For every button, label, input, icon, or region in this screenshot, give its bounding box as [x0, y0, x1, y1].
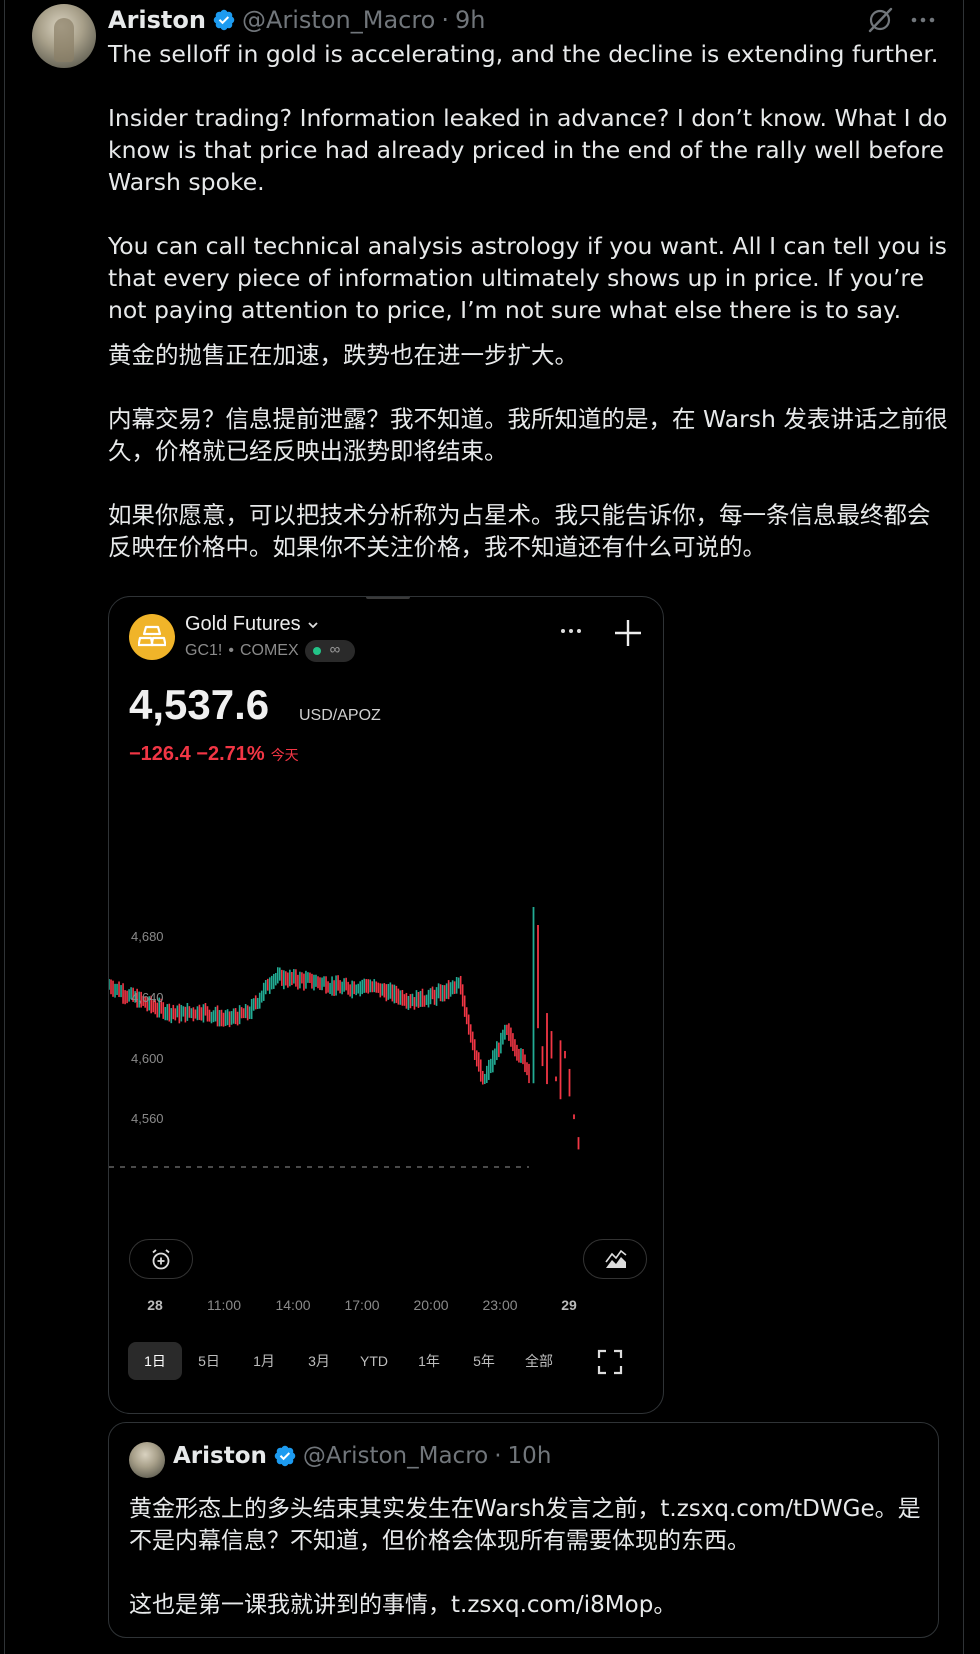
right-divider	[963, 0, 964, 1654]
range-button[interactable]: 1月	[245, 1342, 283, 1380]
quoted-header-separator: ·	[494, 1443, 502, 1469]
range-button[interactable]: 5日	[190, 1342, 228, 1380]
ticker-separator: •	[228, 642, 234, 659]
left-divider	[4, 0, 5, 1654]
chart-style-button[interactable]	[583, 1239, 647, 1279]
quoted-author-name[interactable]: Ariston	[173, 1443, 267, 1469]
today-label: 今天	[270, 747, 299, 763]
live-dot-icon	[312, 647, 321, 655]
quoted-verified-badge-icon	[274, 1445, 296, 1467]
chevron-down-icon	[307, 622, 318, 628]
last-price: 4,537.6	[129, 681, 270, 728]
range-button[interactable]: 1年	[410, 1342, 448, 1380]
quoted-author-avatar[interactable]	[129, 1442, 165, 1478]
tweet-text-chinese: 黄金的抛售正在加速，跌势也在进一步扩大。 内幕交易？信息提前泄露？我不知道。我所…	[108, 341, 948, 561]
symbol-subtitle: GC1! • COMEX ∞	[185, 640, 355, 662]
add-alert-button[interactable]	[129, 1239, 193, 1279]
fullscreen-icon[interactable]	[597, 1349, 623, 1375]
more-icon[interactable]	[908, 6, 938, 34]
live-status-pill: ∞	[304, 640, 355, 662]
grok-icon[interactable]	[866, 6, 894, 34]
alarm-plus-icon	[152, 1249, 170, 1270]
x-tick-label: 14:00	[275, 1297, 311, 1313]
ticker: GC1!	[185, 642, 223, 659]
y-tick-label: 4,560	[131, 1111, 164, 1127]
price-change: −126.4 −2.71% 今天	[129, 743, 299, 766]
range-button[interactable]: YTD	[352, 1342, 396, 1380]
range-button[interactable]: 5年	[465, 1342, 503, 1380]
tweet-text-english: The selloff in gold is accelerating, and…	[108, 40, 948, 324]
range-button[interactable]: 3月	[300, 1342, 338, 1380]
y-tick-label: 4,640	[131, 989, 164, 1005]
tweet-header: Ariston @Ariston_Macro · 9h	[108, 4, 486, 36]
range-button[interactable]: 全部	[517, 1342, 561, 1380]
quoted-tweet-header: Ariston @Ariston_Macro · 10h	[173, 1443, 551, 1469]
quoted-author-handle[interactable]: @Ariston_Macro	[303, 1443, 488, 1469]
header-separator: ·	[441, 6, 450, 34]
area-chart-icon	[605, 1249, 627, 1268]
x-tick-label: 23:00	[482, 1297, 518, 1313]
x-tick-label: 17:00	[344, 1297, 380, 1313]
symbol-name: Gold Futures	[185, 613, 301, 635]
x-tick-label: 28	[147, 1297, 163, 1313]
verified-badge-icon	[213, 9, 235, 31]
x-tick-label: 20:00	[413, 1297, 449, 1313]
y-tick-label: 4,600	[131, 1050, 164, 1066]
price-unit: USD/APOZ	[299, 707, 381, 724]
price-chart[interactable]	[109, 867, 664, 1207]
quoted-tweet-text: 黄金形态上的多头结束其实发生在Warsh发言之前，t.zsxq.com/tDWG…	[129, 1496, 921, 1618]
gold-bars-icon	[129, 614, 175, 660]
x-tick-label: 29	[561, 1297, 577, 1313]
infinity-icon: ∞	[329, 641, 341, 658]
exchange: COMEX	[239, 642, 299, 659]
chart-screenshot-card[interactable]: Gold Futures GC1! • COMEX ∞ 4,537.6 USD/…	[108, 596, 664, 1414]
card-notch	[366, 597, 410, 599]
card-more-icon[interactable]	[557, 621, 585, 641]
author-name[interactable]: Ariston	[108, 6, 206, 34]
y-tick-label: 4,680	[131, 929, 164, 945]
author-avatar[interactable]	[32, 4, 96, 68]
tweet-time[interactable]: 9h	[455, 6, 485, 34]
x-tick-label: 11:00	[207, 1297, 241, 1313]
change-value: −126.4 −2.71%	[129, 743, 265, 765]
range-button[interactable]: 1日	[128, 1342, 182, 1380]
plus-icon[interactable]	[612, 617, 644, 649]
symbol-title[interactable]: Gold Futures	[185, 613, 319, 636]
quoted-tweet-time[interactable]: 10h	[508, 1443, 552, 1469]
quoted-tweet[interactable]: Ariston @Ariston_Macro · 10h 黄金形态上的多头结束其…	[108, 1422, 939, 1638]
author-handle[interactable]: @Ariston_Macro	[242, 6, 435, 34]
